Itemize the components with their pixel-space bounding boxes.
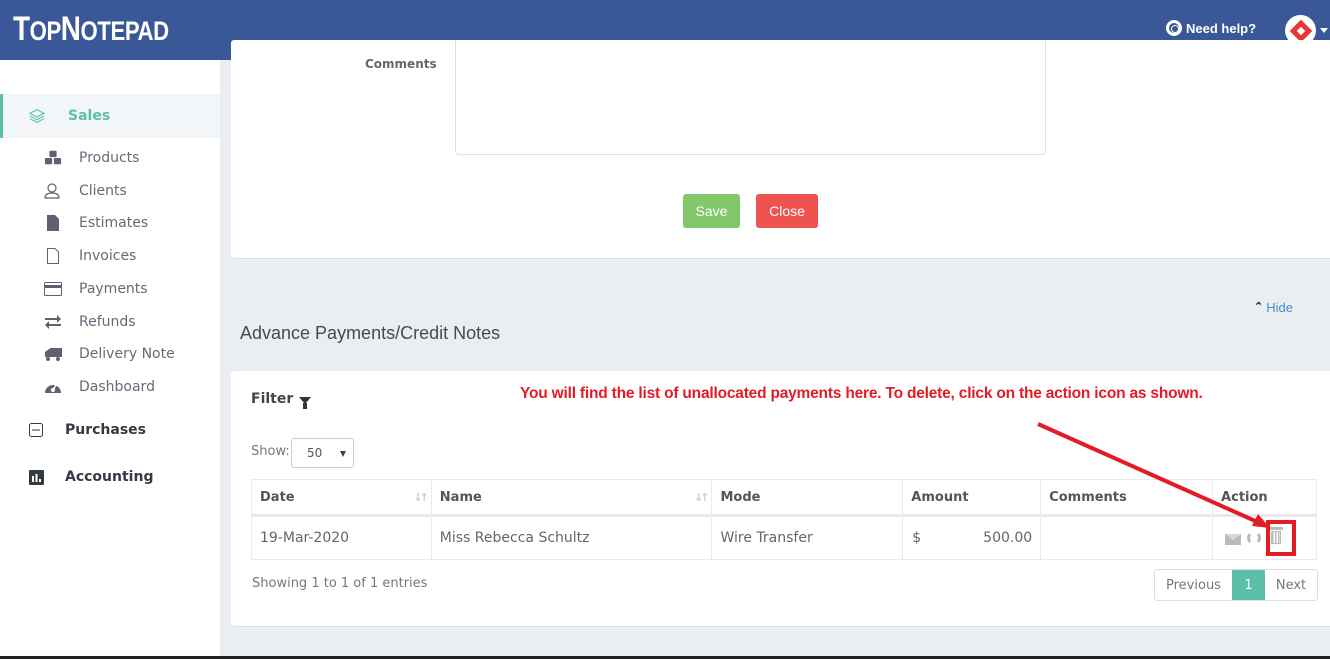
life-ring-icon xyxy=(1166,20,1182,36)
app-logo[interactable]: TOPNOTEPAD xyxy=(13,10,169,49)
save-button[interactable]: Save xyxy=(683,194,740,228)
content-gutter xyxy=(220,60,231,659)
sidebar-item-products[interactable]: Products xyxy=(0,144,220,172)
chevron-down-icon xyxy=(340,451,346,457)
comments-textarea[interactable] xyxy=(455,40,1046,155)
sort-icon: ↓↑ xyxy=(694,491,710,504)
filter-icon xyxy=(299,396,312,409)
page-size-select[interactable]: 50 xyxy=(291,438,354,468)
envelope-icon[interactable] xyxy=(1225,534,1242,545)
truck-icon xyxy=(44,346,62,362)
cell-actions xyxy=(1212,515,1317,560)
need-help-label: Need help? xyxy=(1186,20,1257,36)
need-help-link[interactable]: Need help? xyxy=(1166,20,1256,36)
sidebar: Sales Products Clients Estimates Invoice… xyxy=(0,60,220,659)
cell-amount: $ 500.00 xyxy=(902,515,1042,560)
sidebar-item-refunds[interactable]: Refunds xyxy=(0,308,220,336)
minus-square-icon xyxy=(28,422,44,438)
table-header-row: Date ↓↑ Name ↓↑ Mode Amount Comments Actio… xyxy=(251,479,1317,517)
column-header-mode: Mode xyxy=(711,479,904,517)
dashboard-icon xyxy=(44,379,62,395)
cell-mode: Wire Transfer xyxy=(711,515,904,560)
refresh-icon[interactable] xyxy=(1247,531,1262,545)
sidebar-item-delivery-note[interactable]: Delivery Note xyxy=(0,340,220,368)
column-header-amount: Amount xyxy=(902,479,1042,517)
delete-highlight-box xyxy=(1266,520,1296,556)
show-label: Show: xyxy=(251,444,290,459)
cell-date: 19-Mar-2020 xyxy=(251,515,432,560)
credit-card-icon xyxy=(44,281,62,297)
user-menu-caret-icon[interactable] xyxy=(1320,28,1328,33)
payments-table: Date ↓↑ Name ↓↑ Mode Amount Comments Actio… xyxy=(251,479,1317,560)
pagination: Previous 1 Next xyxy=(1154,569,1318,601)
sidebar-item-accounting[interactable]: Accounting xyxy=(0,455,220,499)
section-title: Advance Payments/Credit Notes xyxy=(240,323,501,343)
bar-chart-icon xyxy=(28,469,44,485)
cubes-icon xyxy=(44,150,62,166)
users-icon xyxy=(44,183,62,199)
page-1-button[interactable]: 1 xyxy=(1232,570,1265,600)
annotation-text: You will find the list of unallocated pa… xyxy=(520,385,1203,402)
exchange-icon xyxy=(44,314,62,330)
column-header-name[interactable]: Name ↓↑ xyxy=(430,479,713,517)
layers-icon xyxy=(29,108,45,124)
filter-toggle[interactable]: Filter xyxy=(251,391,312,409)
sidebar-item-estimates[interactable]: Estimates xyxy=(0,209,220,237)
sort-icon: ↓↑ xyxy=(413,491,429,504)
sidebar-item-clients[interactable]: Clients xyxy=(0,177,220,205)
file-icon xyxy=(44,215,62,231)
sidebar-item-sales[interactable]: Sales xyxy=(0,94,220,138)
double-chevron-up-icon: ⌃ xyxy=(1254,301,1264,313)
sidebar-item-purchases[interactable]: Purchases xyxy=(0,408,220,452)
close-button[interactable]: Close xyxy=(756,194,818,228)
cell-comments xyxy=(1040,515,1214,560)
cell-name: Miss Rebecca Schultz xyxy=(430,515,713,560)
file-outline-icon xyxy=(44,248,62,264)
sidebar-item-invoices[interactable]: Invoices xyxy=(0,242,220,270)
hide-link[interactable]: ⌃ Hide xyxy=(1254,300,1293,315)
next-page-button[interactable]: Next xyxy=(1265,570,1317,600)
table-row: 19-Mar-2020 Miss Rebecca Schultz Wire Tr… xyxy=(251,515,1317,560)
sidebar-item-payments[interactable]: Payments xyxy=(0,275,220,303)
column-header-comments: Comments xyxy=(1040,479,1214,517)
column-header-date[interactable]: Date ↓↑ xyxy=(251,479,432,517)
previous-page-button[interactable]: Previous xyxy=(1155,570,1232,600)
entries-info: Showing 1 to 1 of 1 entries xyxy=(252,576,428,591)
brand-diamond-icon xyxy=(1289,19,1312,42)
comments-label: Comments xyxy=(365,57,437,71)
column-header-action: Action xyxy=(1212,479,1317,517)
sidebar-item-dashboard[interactable]: Dashboard xyxy=(0,373,220,401)
